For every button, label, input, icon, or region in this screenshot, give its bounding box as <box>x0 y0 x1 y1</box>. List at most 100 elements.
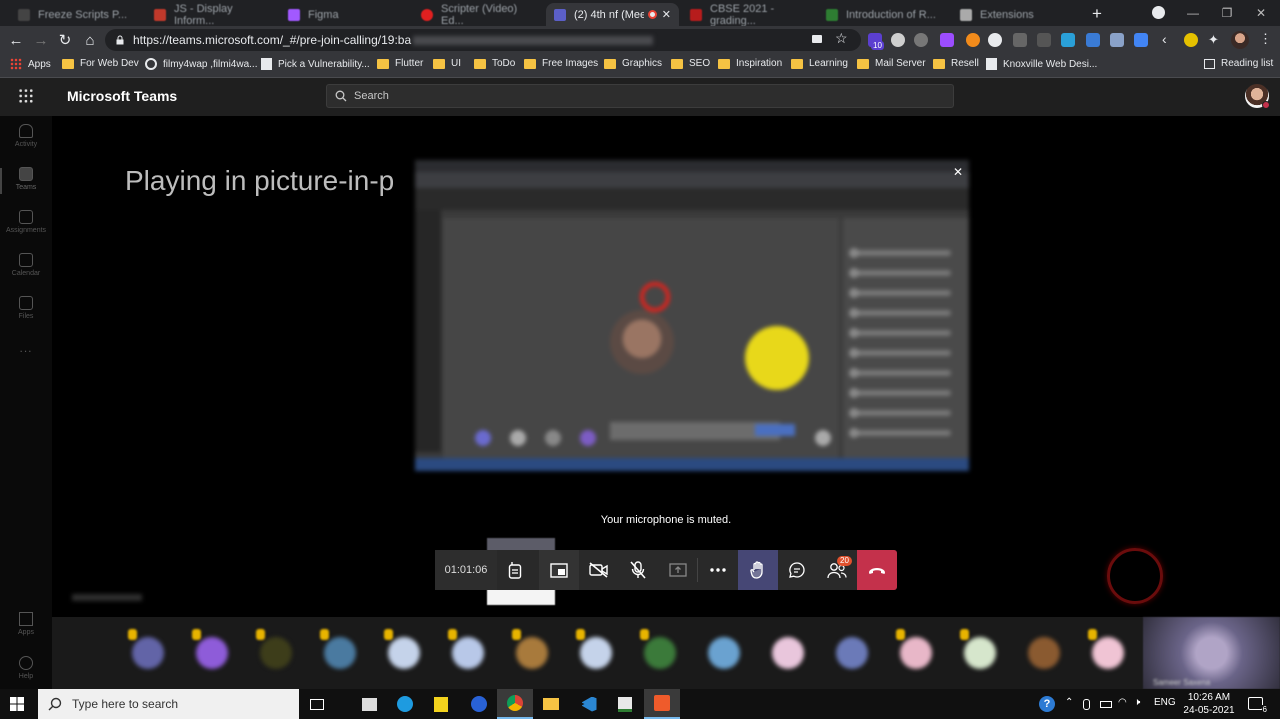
battery-icon[interactable] <box>1100 701 1112 708</box>
rail-item-files[interactable]: Files <box>0 296 52 320</box>
more-actions-button[interactable] <box>698 550 738 590</box>
show-hidden-icons-chevron-icon[interactable]: ⌃ <box>1065 697 1073 708</box>
mic-toggle-button[interactable] <box>618 550 658 590</box>
taskbar-app-edge[interactable] <box>387 689 423 719</box>
taskbar-app-explorer[interactable] <box>533 689 569 719</box>
extension-icon[interactable] <box>1061 33 1075 47</box>
bookmark-folder[interactable]: ToDo <box>474 58 515 69</box>
microphone-tray-icon[interactable] <box>1083 699 1090 710</box>
extension-icon[interactable] <box>914 33 928 47</box>
participant-avatar[interactable] <box>964 637 996 669</box>
participant-avatar[interactable] <box>708 637 740 669</box>
browser-tab[interactable]: JS - Display Inform... <box>146 3 281 27</box>
bookmark-link[interactable]: Knoxville Web Desi... <box>986 58 1097 70</box>
bookmark-star-icon[interactable]: ☆ <box>835 30 848 47</box>
taskbar-search-input[interactable]: Type here to search <box>38 689 299 719</box>
chevron-left-icon[interactable]: ‹ <box>1162 31 1167 47</box>
participant-avatar[interactable] <box>644 637 676 669</box>
speaker-muted-icon[interactable]: 🕨 <box>1134 697 1140 708</box>
bookmark-folder[interactable]: SEO <box>671 58 710 69</box>
raise-hand-button[interactable] <box>738 550 778 590</box>
participant-avatar[interactable] <box>452 637 484 669</box>
home-button[interactable]: ⌂ <box>80 30 100 50</box>
rail-item-help[interactable]: Help <box>0 656 52 680</box>
taskbar-app-editor[interactable] <box>607 689 643 719</box>
rail-more-button[interactable]: ... <box>0 341 52 355</box>
system-clock[interactable]: 10:26 AM 24-05-2021 <box>1176 691 1242 717</box>
taskbar-app-store[interactable] <box>351 689 387 719</box>
participant-avatar[interactable] <box>836 637 868 669</box>
participant-avatar[interactable] <box>1092 637 1124 669</box>
participant-avatar[interactable] <box>516 637 548 669</box>
bookmark-folder[interactable]: Free Images <box>524 58 598 69</box>
browser-tab[interactable]: Freeze Scripts P... <box>10 3 145 26</box>
participant-avatar[interactable] <box>388 637 420 669</box>
bookmark-folder[interactable]: For Web Dev <box>62 58 139 69</box>
share-tray-button[interactable] <box>539 550 579 590</box>
browser-tab[interactable]: Introduction of R... <box>818 3 953 26</box>
language-indicator[interactable]: ENG <box>1154 697 1176 708</box>
bookmark-folder[interactable]: Flutter <box>377 58 423 69</box>
participant-avatar[interactable] <box>580 637 612 669</box>
participant-avatar[interactable] <box>772 637 804 669</box>
address-bar[interactable]: https://teams.microsoft.com/_#/pre-join-… <box>105 29 861 51</box>
bookmark-apps[interactable]: Apps <box>10 58 51 70</box>
wifi-icon[interactable]: ◠ <box>1118 697 1127 708</box>
camera-toggle-button[interactable] <box>579 550 619 590</box>
participants-button[interactable] <box>817 550 857 590</box>
bookmark-link[interactable]: filmy4wap ,filmi4wa... <box>145 58 257 70</box>
participant-avatar[interactable] <box>900 637 932 669</box>
extension-icon[interactable] <box>1013 33 1027 47</box>
extension-icon[interactable] <box>1184 33 1198 47</box>
browser-tab[interactable]: Scripter (Video) Ed... <box>413 3 548 27</box>
rail-item-apps[interactable]: Apps <box>0 612 52 636</box>
tab-close-icon[interactable]: ✕ <box>662 8 671 21</box>
bookmark-link[interactable]: Pick a Vulnerability... <box>261 58 370 70</box>
taskbar-app-chrome[interactable] <box>497 689 533 719</box>
help-tray-icon[interactable]: ? <box>1039 696 1055 712</box>
search-input[interactable]: Search <box>326 84 954 108</box>
bookmark-folder[interactable]: Graphics <box>604 58 662 69</box>
taskbar-app-firefox[interactable] <box>461 689 497 719</box>
rail-item-assignments[interactable]: Assignments <box>0 210 52 234</box>
windows-start-icon[interactable] <box>10 697 24 711</box>
extensions-puzzle-icon[interactable]: ✦ <box>1208 32 1219 48</box>
browser-tab[interactable]: Extensions <box>952 3 1082 26</box>
bookmark-folder[interactable]: Mail Server <box>857 58 926 69</box>
taskbar-app-recorder[interactable] <box>644 689 680 719</box>
participant-avatar[interactable] <box>260 637 292 669</box>
extension-icon[interactable] <box>966 33 980 47</box>
participant-avatar[interactable] <box>324 637 356 669</box>
extension-icon[interactable] <box>891 33 905 47</box>
user-avatar[interactable] <box>1245 84 1270 109</box>
rail-item-activity[interactable]: Activity <box>0 124 52 148</box>
app-launcher-icon[interactable] <box>18 88 34 104</box>
back-button[interactable]: ← <box>6 30 26 50</box>
participant-avatar[interactable] <box>1028 637 1060 669</box>
reading-list-button[interactable]: Reading list <box>1204 58 1273 69</box>
rail-item-teams[interactable]: Teams <box>0 167 52 191</box>
notification-center-icon[interactable]: 6 <box>1248 697 1268 714</box>
rail-item-calendar[interactable]: Calendar <box>0 253 52 277</box>
picture-in-picture-window[interactable] <box>415 160 969 471</box>
participant-avatar[interactable] <box>132 637 164 669</box>
chat-button[interactable] <box>777 550 817 590</box>
close-window-button[interactable]: ✕ <box>1238 0 1280 26</box>
profile-avatar[interactable] <box>1231 31 1249 49</box>
walkie-talkie-button[interactable] <box>495 550 535 590</box>
camera-in-use-icon[interactable] <box>812 35 822 43</box>
extension-icon[interactable] <box>940 33 954 47</box>
browser-tab[interactable]: CBSE 2021 - grading... <box>682 3 817 27</box>
extension-icon[interactable] <box>1086 33 1100 47</box>
browser-tab[interactable]: Figma <box>280 3 410 26</box>
translate-icon[interactable] <box>1134 33 1148 47</box>
bookmark-folder[interactable]: Resell <box>933 58 979 69</box>
extension-icon[interactable] <box>1037 33 1051 47</box>
new-tab-button[interactable]: + <box>1092 4 1102 24</box>
extension-icon[interactable] <box>1110 33 1124 47</box>
taskbar-app-vscode[interactable] <box>571 689 607 719</box>
forward-button[interactable]: → <box>31 30 51 50</box>
bookmark-folder[interactable]: Learning <box>791 58 848 69</box>
participant-avatar[interactable] <box>196 637 228 669</box>
bookmark-folder[interactable]: Inspiration <box>718 58 782 69</box>
